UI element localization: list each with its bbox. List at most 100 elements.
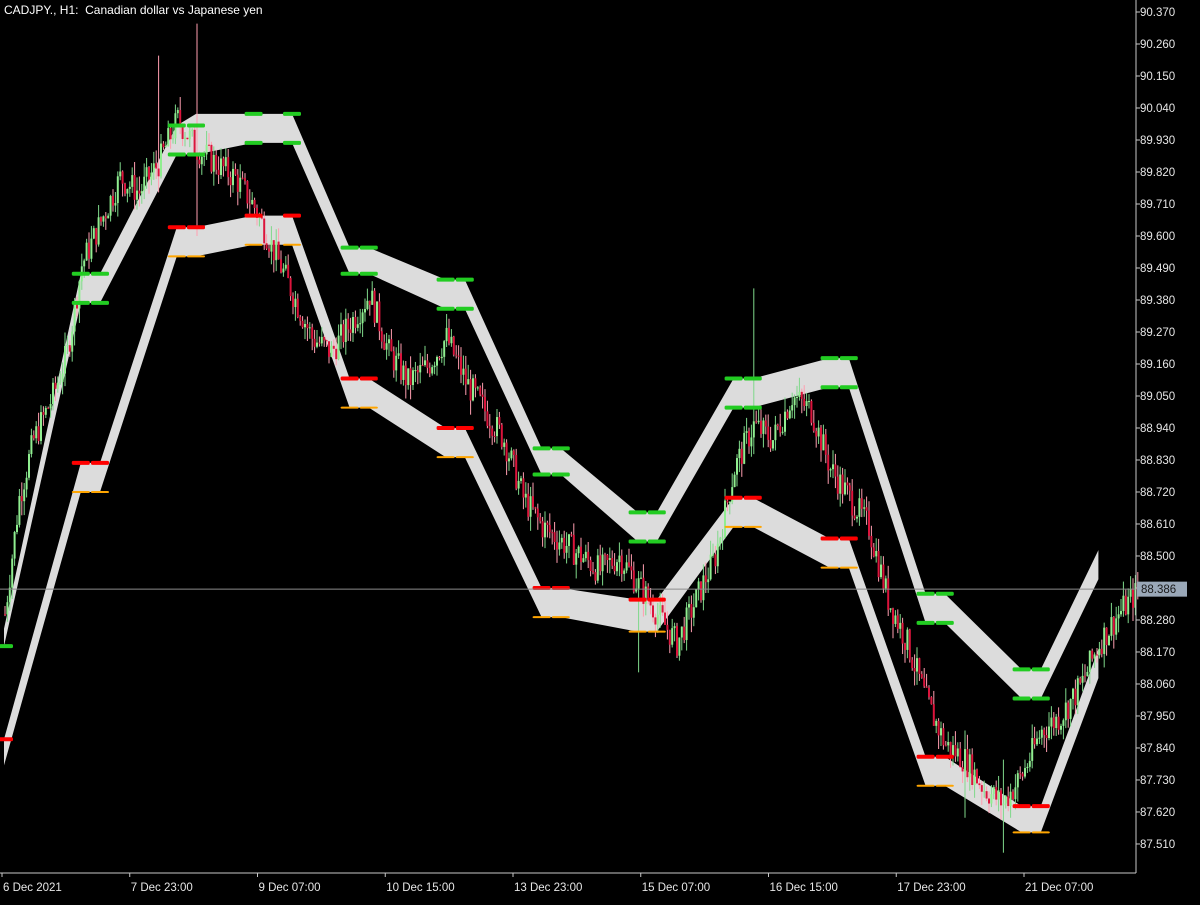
y-tick-label: 88.830 — [1140, 455, 1175, 467]
candle-body — [803, 398, 806, 407]
candle-body — [1016, 773, 1019, 788]
green-level-marker — [839, 385, 858, 390]
candle-body — [496, 417, 498, 437]
candle-body — [1091, 650, 1094, 659]
candle-body — [1036, 738, 1038, 745]
y-tick-label: 90.040 — [1140, 103, 1175, 115]
candle-body — [558, 542, 561, 550]
candle-body — [832, 464, 834, 470]
green-level-marker — [91, 271, 109, 276]
chart-window[interactable]: 90.370 90.260 90.150 90.040 89.930 89.820 89.7… — [0, 0, 1200, 900]
candle-body — [469, 379, 472, 401]
candle-body — [517, 480, 520, 489]
candle-body — [680, 626, 683, 638]
candle-body — [263, 218, 266, 244]
candle-body — [1040, 729, 1043, 738]
green-level-marker — [1031, 696, 1050, 701]
candle-body — [426, 360, 429, 368]
candle-body — [1033, 738, 1036, 745]
candle-body — [323, 336, 326, 341]
candle-body — [954, 745, 957, 757]
candle-body — [512, 450, 515, 455]
candle-body — [1129, 588, 1132, 597]
candle-body — [61, 373, 64, 382]
candle-body — [769, 439, 772, 449]
candle-body — [786, 411, 789, 419]
candle-body — [18, 496, 21, 525]
green-level-marker — [455, 277, 474, 282]
candle-body — [402, 365, 405, 380]
candle-body — [376, 301, 378, 323]
candle-body — [563, 537, 566, 553]
candle-body — [820, 427, 822, 451]
candle-body — [582, 558, 585, 563]
candle-body — [337, 335, 340, 360]
candle-body — [592, 570, 594, 573]
candle-body — [368, 300, 371, 305]
candle-body — [438, 357, 441, 359]
candle-body — [1021, 773, 1024, 777]
candle-body — [618, 555, 621, 563]
candle-body — [700, 581, 702, 601]
candle-body — [13, 532, 16, 559]
red-level-marker — [359, 376, 378, 381]
orange-level-marker — [820, 566, 839, 569]
candle-body — [181, 125, 184, 139]
green-level-marker — [935, 620, 954, 625]
candle-body — [244, 178, 246, 182]
green-level-marker — [551, 446, 570, 451]
orange-level-marker — [647, 630, 666, 633]
candle-body — [616, 562, 618, 572]
green-level-marker — [647, 510, 666, 515]
candle-body — [1096, 654, 1098, 656]
candle-body — [397, 353, 400, 356]
candle-body — [995, 787, 998, 800]
green-level-marker — [551, 472, 570, 477]
candle-body — [947, 741, 950, 746]
candle-body — [935, 720, 938, 726]
candle-body — [1122, 595, 1125, 612]
candle-body — [407, 368, 410, 386]
candle-body — [983, 791, 986, 793]
candle-body — [217, 169, 220, 175]
candle-body — [20, 496, 23, 502]
candle-body — [798, 391, 801, 398]
red-level-marker — [283, 213, 301, 218]
candle-body — [361, 312, 364, 324]
candle-body — [683, 626, 686, 641]
red-level-marker — [340, 376, 359, 381]
candle-body — [719, 538, 722, 544]
candle-body — [100, 217, 102, 222]
candle-body — [308, 327, 311, 329]
candle-body — [604, 554, 606, 556]
candle-body — [1120, 611, 1122, 615]
candle-body — [901, 622, 904, 644]
orange-level-marker — [839, 566, 858, 569]
candle-body — [366, 300, 369, 310]
x-tick-label: 7 Dec 23:00 — [131, 882, 193, 894]
orange-level-marker — [628, 630, 647, 633]
candle-body — [275, 241, 278, 261]
green-level-marker — [647, 539, 666, 544]
orange-level-marker — [916, 784, 935, 787]
y-tick-label: 88.060 — [1140, 679, 1175, 691]
red-level-marker — [244, 213, 263, 218]
red-level-marker — [71, 460, 90, 465]
candle-body — [788, 410, 791, 419]
candle-body — [424, 360, 426, 366]
candle-body — [556, 542, 558, 550]
candle-body — [104, 216, 107, 219]
candle-body — [1086, 671, 1089, 677]
candle-body — [138, 190, 141, 194]
candle-body — [724, 500, 726, 538]
candle-body — [827, 454, 830, 471]
candle-body — [560, 537, 563, 543]
green-level-marker — [724, 405, 743, 410]
candle-body — [856, 516, 858, 519]
price-chart[interactable]: 90.370 90.260 90.150 90.040 89.930 89.820 89.7… — [0, 0, 1200, 900]
candle-body — [232, 168, 234, 186]
candle-body — [491, 428, 494, 436]
candle-body — [1105, 627, 1108, 646]
candle-body — [107, 215, 110, 219]
candle-body — [352, 317, 354, 333]
